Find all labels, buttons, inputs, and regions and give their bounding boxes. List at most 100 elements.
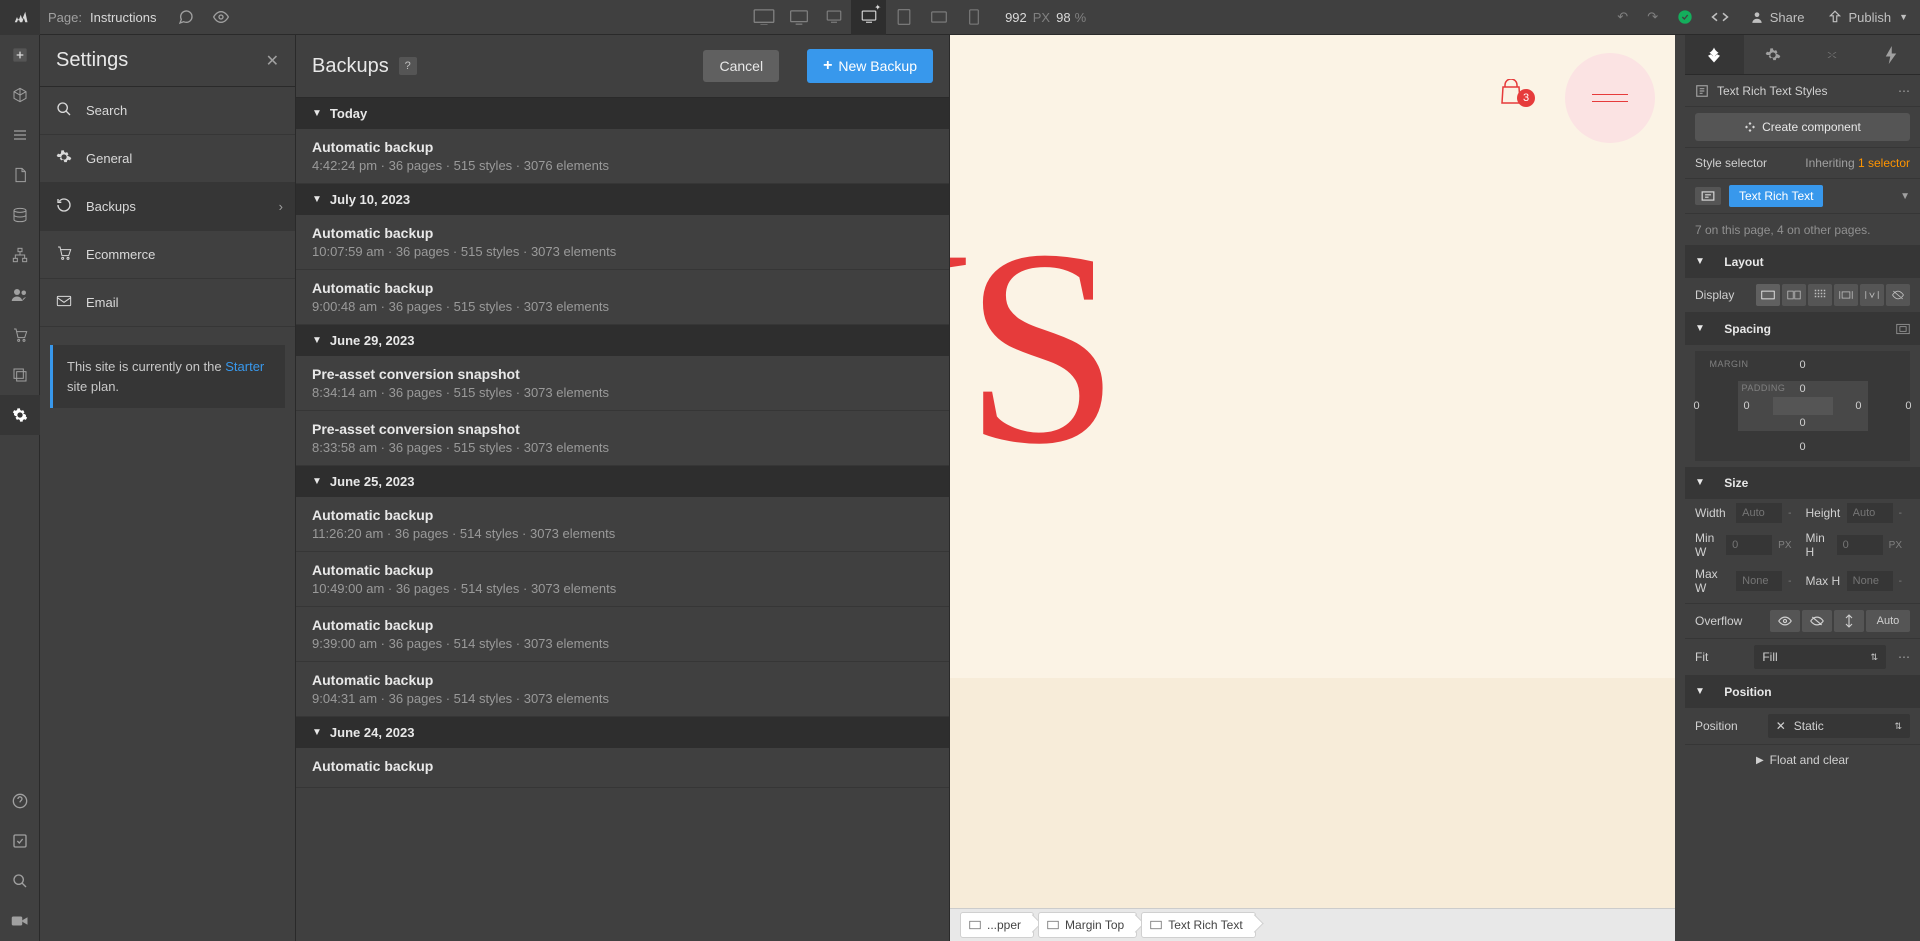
breadcrumb-item[interactable]: Margin Top [1038, 912, 1137, 938]
position-select[interactable]: ✕Static⇅ [1768, 714, 1910, 738]
minw-input[interactable] [1726, 535, 1772, 555]
width-input[interactable] [1736, 503, 1782, 523]
display-grid[interactable] [1808, 284, 1832, 306]
backup-row[interactable]: Automatic backup9:04:31 am · 36 pages · … [296, 662, 949, 717]
help-badge[interactable]: ? [399, 57, 417, 75]
plan-link[interactable]: Starter [225, 359, 264, 374]
cms-icon[interactable] [0, 195, 40, 235]
cart-button[interactable]: 3 [1499, 77, 1535, 107]
settings-item-general[interactable]: General [40, 135, 295, 183]
settings-item-ecommerce[interactable]: Ecommerce [40, 231, 295, 279]
backup-row[interactable]: Automatic backup10:07:59 am · 36 pages ·… [296, 215, 949, 270]
date-header[interactable]: ▼July 10, 2023 [296, 184, 949, 215]
close-icon[interactable]: ✕ [266, 51, 279, 71]
ecommerce-icon[interactable] [0, 315, 40, 355]
bp-mobile-icon[interactable] [956, 0, 991, 35]
backup-list[interactable]: ▼TodayAutomatic backup4:42:24 pm · 36 pa… [296, 98, 949, 941]
assets-icon[interactable] [0, 355, 40, 395]
backup-row[interactable]: Automatic backup11:26:20 am · 36 pages ·… [296, 497, 949, 552]
preview-icon[interactable] [203, 0, 238, 35]
bp-mobile-l-icon[interactable] [921, 0, 956, 35]
display-inline[interactable] [1860, 284, 1884, 306]
settings-icon[interactable] [0, 395, 40, 435]
backup-row[interactable]: Automatic backup [296, 748, 949, 788]
canvas-size[interactable]: 992PX98% [991, 10, 1100, 25]
date-header[interactable]: ▼June 25, 2023 [296, 466, 949, 497]
backup-row[interactable]: Pre-asset conversion snapshot8:34:14 am … [296, 356, 949, 411]
fit-select[interactable]: Fill⇅ [1754, 645, 1886, 669]
display-flex[interactable] [1782, 284, 1806, 306]
tab-interactions[interactable] [1803, 35, 1862, 74]
bp-base-icon[interactable]: ✦ [851, 0, 886, 35]
overflow-hidden[interactable] [1802, 610, 1832, 632]
pages-icon[interactable] [0, 155, 40, 195]
page-name[interactable]: Instructions [90, 10, 168, 25]
share-button[interactable]: Share [1738, 0, 1817, 35]
canvas[interactable]: 3 NS [950, 35, 1675, 941]
inheriting-label[interactable]: Inheriting 1 selector [1805, 156, 1910, 170]
tab-style[interactable] [1685, 35, 1744, 74]
redo-button[interactable]: ↷ [1638, 0, 1668, 35]
backup-row[interactable]: Automatic backup10:49:00 am · 36 pages ·… [296, 552, 949, 607]
navigator-icon[interactable] [0, 115, 40, 155]
status-ok-icon[interactable] [1668, 0, 1703, 35]
more-icon[interactable]: ⋯ [1898, 84, 1910, 98]
tab-settings[interactable] [1744, 35, 1803, 74]
cancel-button[interactable]: Cancel [703, 50, 779, 82]
date-header[interactable]: ▼Today [296, 98, 949, 129]
new-backup-button[interactable]: +New Backup [807, 49, 933, 83]
breadcrumb-item[interactable]: Text Rich Text [1141, 912, 1255, 938]
maxw-input[interactable] [1736, 571, 1782, 591]
section-layout[interactable]: ▼ Layout [1685, 246, 1920, 278]
check-icon[interactable] [0, 821, 40, 861]
bp-desktop-l-icon[interactable] [781, 0, 816, 35]
height-input[interactable] [1847, 503, 1893, 523]
video-icon[interactable] [0, 901, 40, 941]
date-header[interactable]: ▼June 29, 2023 [296, 325, 949, 356]
box-icon[interactable] [0, 75, 40, 115]
help-icon[interactable] [0, 781, 40, 821]
backup-row[interactable]: Automatic backup9:00:48 am · 36 pages · … [296, 270, 949, 325]
selector-tag[interactable]: Text Rich Text [1729, 185, 1823, 207]
backup-row[interactable]: Automatic backup4:42:24 pm · 36 pages · … [296, 129, 949, 184]
bp-desktop-icon[interactable] [816, 0, 851, 35]
date-header[interactable]: ▼June 24, 2023 [296, 717, 949, 748]
export-code-icon[interactable] [1703, 0, 1738, 35]
settings-item-backups[interactable]: Backups› [40, 183, 295, 231]
expand-icon[interactable] [1896, 323, 1910, 335]
bp-desktop-xl-icon[interactable] [746, 0, 781, 35]
section-spacing[interactable]: ▼ Spacing [1685, 313, 1920, 345]
create-component-button[interactable]: Create component [1695, 113, 1910, 141]
overflow-auto[interactable]: Auto [1866, 610, 1910, 632]
section-position[interactable]: ▼ Position [1685, 676, 1920, 708]
overflow-scroll[interactable] [1834, 610, 1864, 632]
settings-item-email[interactable]: Email [40, 279, 295, 327]
breadcrumb-item[interactable]: ...pper [960, 912, 1034, 938]
settings-item-search[interactable]: Search [40, 87, 295, 135]
backup-row[interactable]: Automatic backup9:39:00 am · 36 pages · … [296, 607, 949, 662]
selector-type-icon[interactable] [1695, 187, 1721, 205]
users-icon[interactable] [0, 275, 40, 315]
comments-icon[interactable] [168, 0, 203, 35]
overflow-visible[interactable] [1770, 610, 1800, 632]
publish-button[interactable]: Publish▼ [1816, 0, 1920, 35]
display-inline-block[interactable] [1834, 284, 1858, 306]
selector-dropdown-icon[interactable]: ▼ [1900, 191, 1910, 202]
display-none[interactable] [1886, 284, 1910, 306]
section-size[interactable]: ▼ Size [1685, 467, 1920, 499]
backup-row[interactable]: Pre-asset conversion snapshot8:33:58 am … [296, 411, 949, 466]
bp-tablet-icon[interactable] [886, 0, 921, 35]
more-icon[interactable]: ⋯ [1898, 650, 1910, 664]
search-rail-icon[interactable] [0, 861, 40, 901]
minh-input[interactable] [1837, 535, 1883, 555]
display-block[interactable] [1756, 284, 1780, 306]
undo-button[interactable]: ↶ [1608, 0, 1638, 35]
webflow-logo[interactable] [0, 0, 40, 35]
tree-icon[interactable] [0, 235, 40, 275]
menu-button[interactable] [1565, 53, 1655, 143]
tab-effects[interactable] [1861, 35, 1920, 74]
add-icon[interactable] [0, 35, 40, 75]
maxh-input[interactable] [1847, 571, 1893, 591]
float-toggle[interactable]: ▶Float and clear [1685, 745, 1920, 775]
spacing-editor[interactable]: MARGIN 0 0 0 0 PADDING 0 0 0 0 [1695, 351, 1910, 461]
